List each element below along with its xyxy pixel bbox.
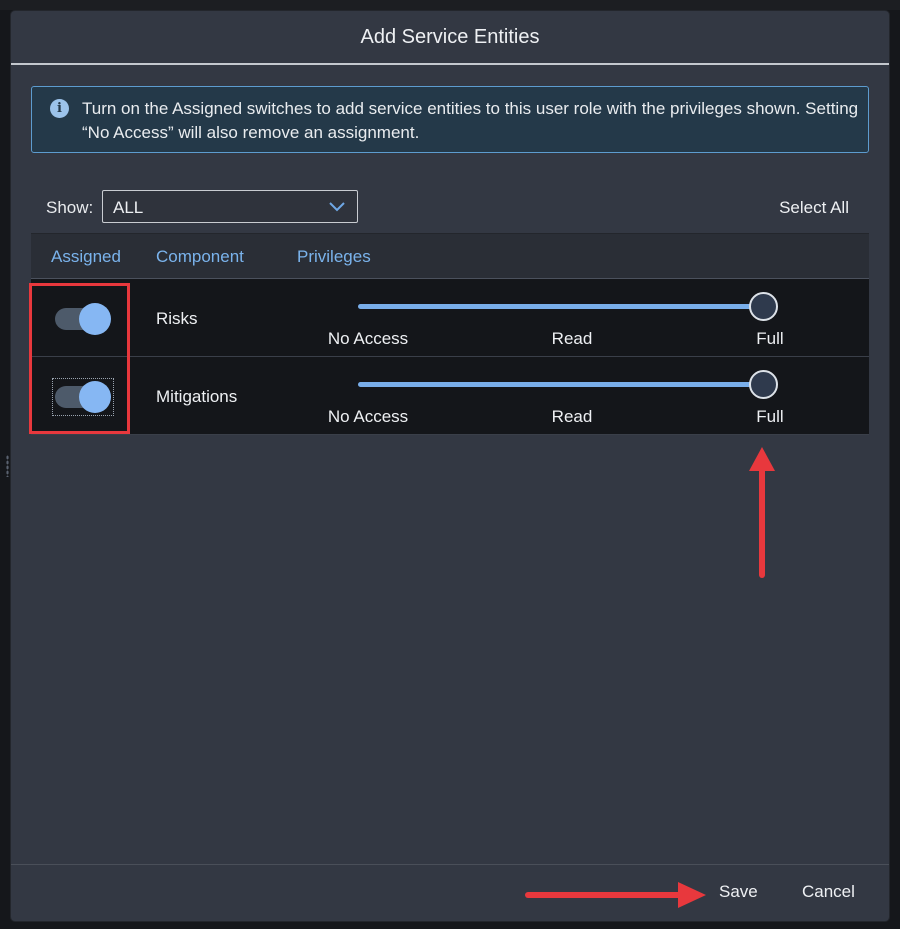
toggle-knob <box>79 381 111 413</box>
table-row: Mitigations No Access Read Full <box>31 357 869 435</box>
privilege-label-full: Full <box>756 329 784 348</box>
assigned-toggle-risks[interactable] <box>55 303 111 335</box>
slider-thumb[interactable] <box>749 370 778 399</box>
component-name: Mitigations <box>156 387 238 406</box>
privilege-slider-risks[interactable]: No Access Read Full <box>318 292 788 355</box>
slider-track <box>358 304 762 309</box>
privilege-label-no-access: No Access <box>327 329 409 348</box>
privilege-label-read: Read <box>551 407 593 426</box>
resize-grip-icon <box>6 455 9 477</box>
toggle-knob <box>79 303 111 335</box>
add-service-entities-dialog: Add Service Entities i Turn on the Assig… <box>11 11 889 921</box>
info-banner: i Turn on the Assigned switches to add s… <box>31 86 869 153</box>
slider-thumb[interactable] <box>749 292 778 321</box>
save-button[interactable]: Save <box>719 882 758 902</box>
privilege-label-read: Read <box>551 329 593 348</box>
show-filter-select[interactable]: ALL <box>102 190 358 223</box>
assigned-toggle-mitigations[interactable] <box>52 378 114 416</box>
component-name: Risks <box>156 309 198 328</box>
header-component[interactable]: Component <box>156 247 244 267</box>
cancel-button[interactable]: Cancel <box>802 882 855 902</box>
chevron-down-icon <box>329 202 345 212</box>
info-text: Turn on the Assigned switches to add ser… <box>82 99 859 142</box>
dialog-footer: Save Cancel <box>11 864 889 921</box>
header-privileges[interactable]: Privileges <box>297 247 371 267</box>
table-row: Risks No Access Read Full <box>31 279 869 357</box>
privilege-label-full: Full <box>756 407 784 426</box>
slider-track <box>358 382 762 387</box>
background-strip <box>0 0 900 10</box>
header-assigned[interactable]: Assigned <box>51 247 121 267</box>
dialog-title: Add Service Entities <box>11 11 889 65</box>
info-icon: i <box>50 99 69 118</box>
show-label: Show: <box>46 198 94 217</box>
privilege-slider-mitigations[interactable]: No Access Read Full <box>318 370 788 433</box>
entities-table: Assigned Component Privileges Risks No A… <box>31 233 869 435</box>
select-all-link[interactable]: Select All <box>779 198 849 218</box>
privilege-label-no-access: No Access <box>327 407 409 426</box>
table-header: Assigned Component Privileges <box>31 233 869 279</box>
show-filter-value: ALL <box>113 198 144 217</box>
